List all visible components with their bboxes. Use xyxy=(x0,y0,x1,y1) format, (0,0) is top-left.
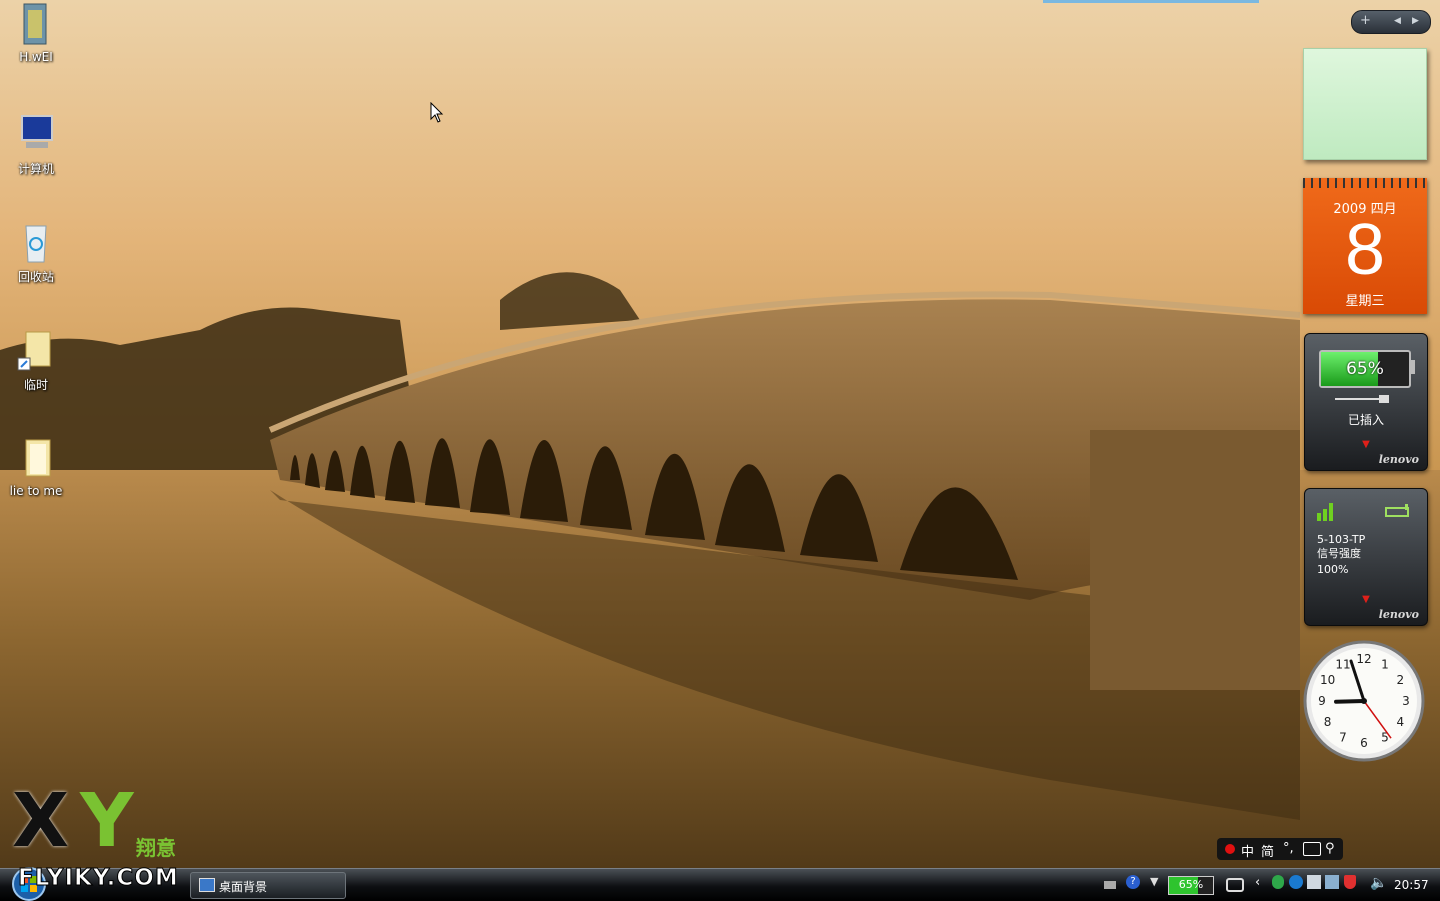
battery-percent: 65% xyxy=(1346,359,1384,379)
notes-gadget[interactable] xyxy=(1303,48,1427,160)
wifi-strength-label: 信号强度 xyxy=(1317,547,1361,560)
taskbar-item-label: 桌面背景 xyxy=(219,880,268,894)
battery-status: 已插入 xyxy=(1347,413,1384,427)
desktop-icon-recycle-bin[interactable]: 回收站 xyxy=(0,220,72,285)
mouse-cursor-icon xyxy=(430,102,444,123)
battery-gadget[interactable]: 65% 已插入 ▼ lenovo xyxy=(1304,333,1428,471)
desktop-icon-lie-to-me[interactable]: lie to me xyxy=(0,436,72,498)
tray-battery-label: 65% xyxy=(1178,878,1204,891)
logo-y: Y xyxy=(80,778,134,864)
desktop-icon-label: 回收站 xyxy=(17,270,54,284)
lang-chinese[interactable]: 中 xyxy=(1241,841,1254,860)
power-plug-icon[interactable] xyxy=(1226,878,1244,892)
clock-number: 4 xyxy=(1397,715,1405,729)
calendar-gadget[interactable]: 2009 四月 8 星期三 xyxy=(1303,178,1427,314)
clock-number: 6 xyxy=(1360,736,1368,750)
desktop-icon-label: 临时 xyxy=(23,378,48,392)
folder-icon xyxy=(23,3,47,45)
plug-icon xyxy=(1335,395,1389,403)
prev-button[interactable]: ◀ xyxy=(1394,16,1401,26)
computer-icon xyxy=(21,115,53,148)
display-settings-icon[interactable] xyxy=(1325,875,1339,889)
security-icon[interactable] xyxy=(1344,875,1356,889)
messenger-icon[interactable] xyxy=(1289,875,1303,889)
desktop-wallpaper xyxy=(0,0,1440,900)
lang-punctuation[interactable]: °, xyxy=(1283,841,1294,856)
keyboard-icon[interactable] xyxy=(1303,842,1321,856)
desktop-icon-hwei[interactable]: H.wEI xyxy=(0,2,72,64)
clock-number: 10 xyxy=(1320,673,1335,687)
battery-bar: 65% xyxy=(1319,350,1411,388)
show-hidden-icons-icon[interactable]: ‹ xyxy=(1255,875,1260,890)
volume-icon[interactable]: 🔈 xyxy=(1370,875,1387,891)
wifi-gadget[interactable]: 5-103-TP 信号强度 100% ▼ lenovo xyxy=(1304,488,1428,626)
clock-number: 12 xyxy=(1356,652,1371,666)
qq-icon[interactable] xyxy=(1272,875,1284,889)
chevron-down-icon[interactable]: ▼ xyxy=(1305,439,1427,450)
desktop-icon-computer[interactable]: 计算机 xyxy=(0,112,72,177)
lenovo-logo: lenovo xyxy=(1378,453,1419,466)
clock-time[interactable]: 20:57 xyxy=(1394,878,1429,892)
tray-battery[interactable]: 65% xyxy=(1168,876,1214,895)
clock-gadget[interactable]: 1234567891011 12 xyxy=(1303,640,1425,762)
lenovo-logo: lenovo xyxy=(1378,608,1419,621)
down-arrow-icon[interactable]: ▼ xyxy=(1150,875,1158,888)
desktop-icon-label: 计算机 xyxy=(17,162,54,176)
clock-number: 7 xyxy=(1339,730,1347,744)
recycle-bin-icon xyxy=(25,225,47,263)
folder-icon xyxy=(25,439,51,477)
clock-number: 11 xyxy=(1335,658,1350,672)
desktop-icon-label: lie to me xyxy=(9,484,63,498)
search-icon[interactable]: ⚲ xyxy=(1325,841,1335,856)
chevron-down-icon[interactable]: ▼ xyxy=(1305,594,1427,605)
clock-number: 9 xyxy=(1318,694,1326,708)
add-gadget-button[interactable]: + xyxy=(1360,13,1371,28)
signal-icon xyxy=(1317,503,1333,521)
clock-number: 8 xyxy=(1324,715,1332,729)
record-icon xyxy=(1225,844,1235,854)
taskbar-item-desktop-background[interactable]: 桌面背景 xyxy=(190,872,346,899)
top-window-edge xyxy=(1043,0,1259,3)
desktop-icon-linshi[interactable]: 临时 xyxy=(0,328,72,393)
clock-number: 2 xyxy=(1397,673,1405,687)
clock-number: 3 xyxy=(1402,694,1410,708)
lang-simplified[interactable]: 简 xyxy=(1261,841,1274,860)
calendar-weekday: 星期三 xyxy=(1345,294,1385,309)
help-icon[interactable]: ? xyxy=(1126,875,1140,889)
logo-site: FLYIKY.COM xyxy=(18,865,179,892)
taskbar: FLYIKY.COM 桌面背景 ? ▼ 65% ‹ 🔈 20:57 xyxy=(0,865,1440,901)
clock-number: 1 xyxy=(1381,658,1389,672)
logo-x: X xyxy=(12,778,70,864)
next-button[interactable]: ▶ xyxy=(1412,16,1419,26)
wifi-strength: 100% xyxy=(1317,563,1349,576)
language-bar[interactable]: 中 简 °, ⚲ xyxy=(1217,838,1343,860)
calendar-day: 8 xyxy=(1344,210,1386,290)
desktop-icon-label: H.wEI xyxy=(19,50,53,64)
display-icon xyxy=(199,878,215,892)
calendar-rings xyxy=(1303,178,1427,188)
battery-cap xyxy=(1411,360,1415,374)
keyboard-tray-icon[interactable] xyxy=(1104,881,1116,889)
folder-shortcut-icon xyxy=(17,331,51,371)
sidebar-toolbar: + ◀ ▶ xyxy=(1351,10,1431,34)
clock-hour-hand xyxy=(1334,699,1366,704)
wifi-card-icon xyxy=(1385,504,1409,517)
network-icon[interactable] xyxy=(1307,875,1321,889)
logo-cn: 翔意 xyxy=(136,836,176,860)
